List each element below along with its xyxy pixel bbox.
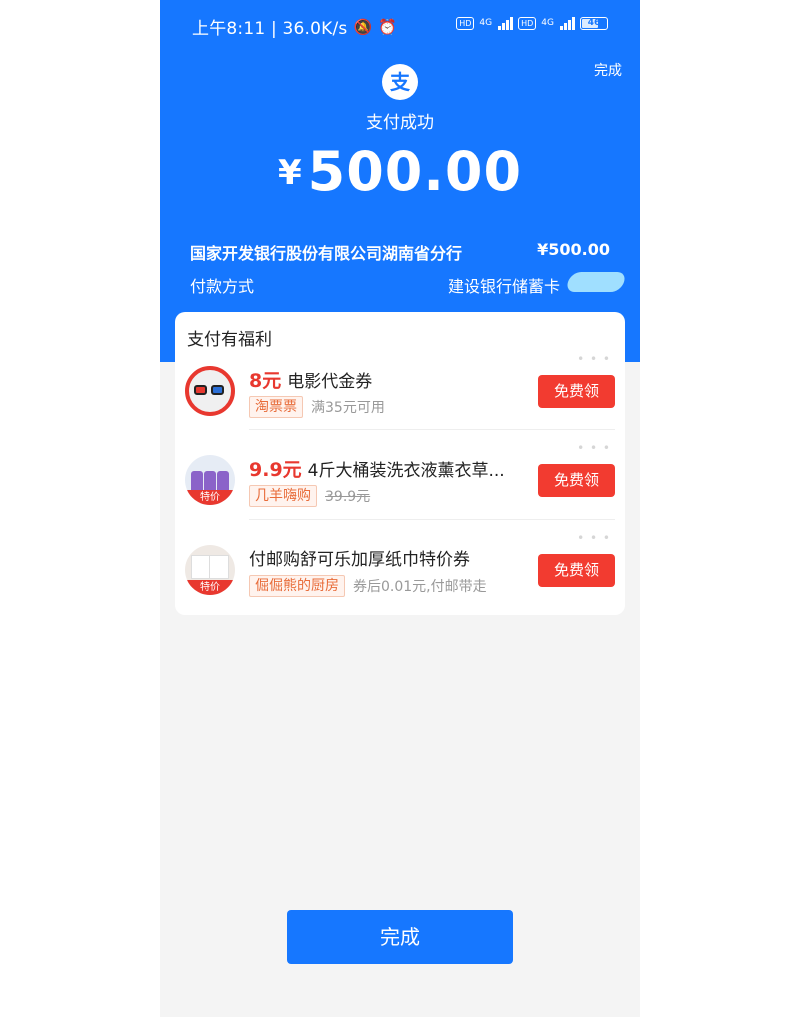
payment-amount: ¥500.00 bbox=[160, 140, 640, 203]
redaction-mark bbox=[564, 272, 628, 292]
status-left: 上午8:11 | 36.0K/s 🔕 ⏰ bbox=[192, 14, 398, 40]
special-price-badge: 特价 bbox=[185, 490, 235, 505]
benefit-note: 满35元可用 bbox=[311, 400, 385, 416]
payment-method-label: 付款方式 bbox=[190, 277, 255, 296]
detergent-thumbnail: 特价 bbox=[185, 455, 235, 505]
battery-icon: 46 bbox=[580, 16, 608, 30]
benefit-sub-line: 淘票票 满35元可用 bbox=[249, 396, 385, 418]
status-bar: 上午8:11 | 36.0K/s 🔕 ⏰ HD 4G HD 4G 46 bbox=[160, 12, 640, 40]
hd-badge-2: HD bbox=[518, 16, 537, 30]
benefit-title: 付邮购舒可乐加厚纸巾特价券 bbox=[249, 550, 470, 570]
hd-badge: HD bbox=[456, 16, 475, 30]
benefit-price: 8元 bbox=[249, 370, 282, 392]
status-right: HD 4G HD 4G 46 bbox=[456, 16, 608, 30]
amount-value: 500.00 bbox=[307, 140, 523, 203]
alarm-icon: ⏰ bbox=[378, 17, 398, 36]
benefit-note: 券后0.01元,付邮带走 bbox=[353, 579, 487, 595]
benefit-price: 9.9元 bbox=[249, 459, 302, 481]
battery-level: 46 bbox=[587, 17, 601, 28]
done-button[interactable]: 完成 bbox=[287, 910, 513, 964]
benefit-name-line: 付邮购舒可乐加厚纸巾特价券 bbox=[249, 545, 470, 570]
benefit-title: 4斤大桶装洗衣液薰衣草... bbox=[307, 461, 505, 481]
benefits-card: 支付有福利 • • • 8元 电影代金券 淘票票 满35元可用 免费领 • • … bbox=[175, 312, 625, 615]
more-dots-icon[interactable]: • • • bbox=[577, 441, 611, 455]
claim-free-button[interactable]: 免费领 bbox=[538, 375, 615, 408]
payment-method-row: 付款方式 建设银行储蓄卡 bbox=[190, 273, 610, 297]
status-time-speed: 上午8:11 | 36.0K/s bbox=[192, 19, 348, 39]
network-type: 4G bbox=[479, 18, 493, 28]
benefit-title: 电影代金券 bbox=[287, 372, 373, 392]
alipay-logo-icon: 支 bbox=[382, 64, 418, 100]
special-price-badge: 特价 bbox=[185, 580, 235, 595]
benefit-sub-line: 几羊嗨购 39.9元 bbox=[249, 485, 370, 507]
claim-free-button[interactable]: 免费领 bbox=[538, 554, 615, 587]
3d-glasses-icon bbox=[194, 385, 226, 397]
phone-screen: 上午8:11 | 36.0K/s 🔕 ⏰ HD 4G HD 4G 46 完成 支… bbox=[160, 0, 640, 1017]
original-price: 39.9元 bbox=[325, 489, 371, 505]
signal-icon-2 bbox=[560, 16, 575, 30]
top-done-button[interactable]: 完成 bbox=[594, 60, 622, 80]
network-type-2: 4G bbox=[541, 18, 554, 28]
benefit-sub-line: 倔倔熊的厨房 券后0.01元,付邮带走 bbox=[249, 575, 487, 597]
divider bbox=[249, 519, 615, 520]
tissue-box-shape bbox=[209, 555, 229, 579]
tissue-box-shape bbox=[191, 555, 211, 579]
claim-free-button[interactable]: 免费领 bbox=[538, 464, 615, 497]
payee-name: 国家开发银行股份有限公司湖南省分行 bbox=[190, 244, 463, 263]
benefits-title: 支付有福利 bbox=[187, 330, 272, 350]
more-dots-icon[interactable]: • • • bbox=[577, 531, 611, 545]
payment-status: 支付成功 bbox=[366, 113, 434, 133]
benefit-item[interactable]: • • • 特价 9.9元 4斤大桶装洗衣液薰衣草... 几羊嗨购 39.9元 … bbox=[175, 441, 625, 533]
divider bbox=[249, 429, 615, 430]
shop-tag: 几羊嗨购 bbox=[249, 485, 317, 507]
shop-tag: 倔倔熊的厨房 bbox=[249, 575, 345, 597]
benefit-name-line: 9.9元 4斤大桶装洗衣液薰衣草... bbox=[249, 455, 520, 482]
payee-amount: ¥500.00 bbox=[537, 240, 610, 259]
tissue-thumbnail: 特价 bbox=[185, 545, 235, 595]
bell-off-icon: 🔕 bbox=[353, 17, 373, 36]
benefit-item[interactable]: • • • 8元 电影代金券 淘票票 满35元可用 免费领 bbox=[175, 352, 625, 444]
payee-row: 国家开发银行股份有限公司湖南省分行 ¥500.00 bbox=[190, 240, 610, 264]
signal-icon bbox=[498, 16, 514, 30]
more-dots-icon[interactable]: • • • bbox=[577, 352, 611, 366]
currency-symbol: ¥ bbox=[277, 153, 302, 193]
benefit-item[interactable]: • • • 特价 付邮购舒可乐加厚纸巾特价券 倔倔熊的厨房 券后0.01元,付邮… bbox=[175, 531, 625, 623]
movie-voucher-thumbnail bbox=[185, 366, 235, 416]
benefit-name-line: 8元 电影代金券 bbox=[249, 366, 372, 393]
shop-tag: 淘票票 bbox=[249, 396, 303, 418]
payment-method-value: 建设银行储蓄卡 bbox=[447, 277, 560, 296]
